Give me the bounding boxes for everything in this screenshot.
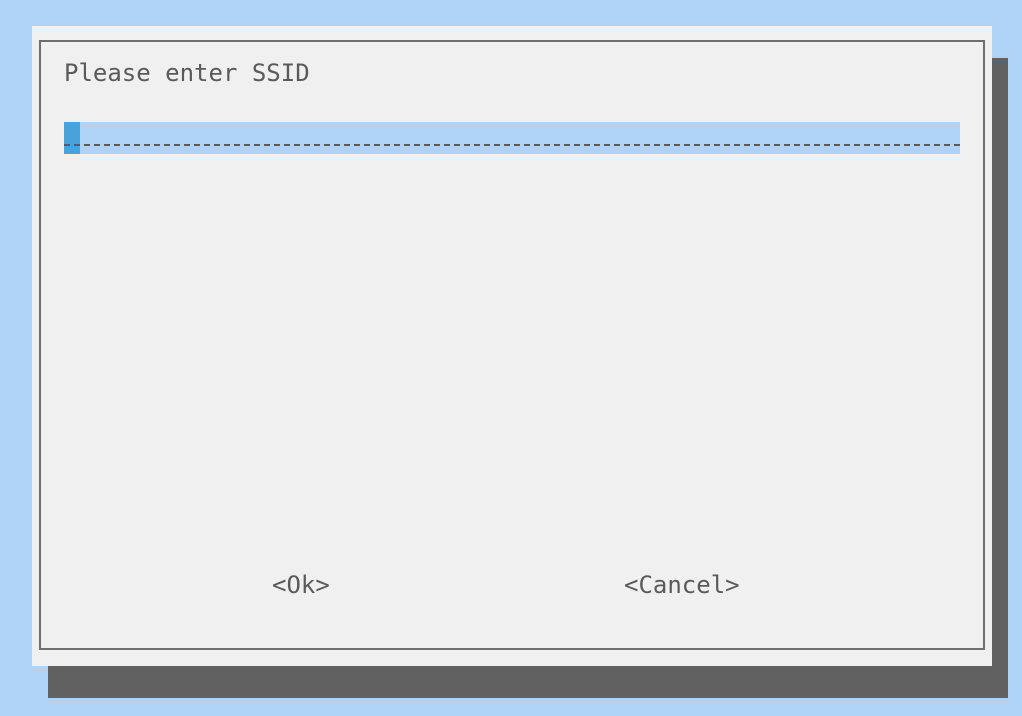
ssid-prompt-label: Please enter SSID: [64, 59, 310, 87]
ssid-input[interactable]: [64, 122, 960, 154]
terminal-screen: Please enter SSID <Ok> <Cancel>: [0, 0, 1022, 716]
ok-button[interactable]: <Ok>: [272, 570, 330, 600]
input-underline: [64, 144, 960, 146]
ssid-dialog: Please enter SSID <Ok> <Cancel>: [32, 26, 992, 666]
text-cursor: [64, 122, 80, 154]
cancel-button[interactable]: <Cancel>: [624, 570, 740, 600]
